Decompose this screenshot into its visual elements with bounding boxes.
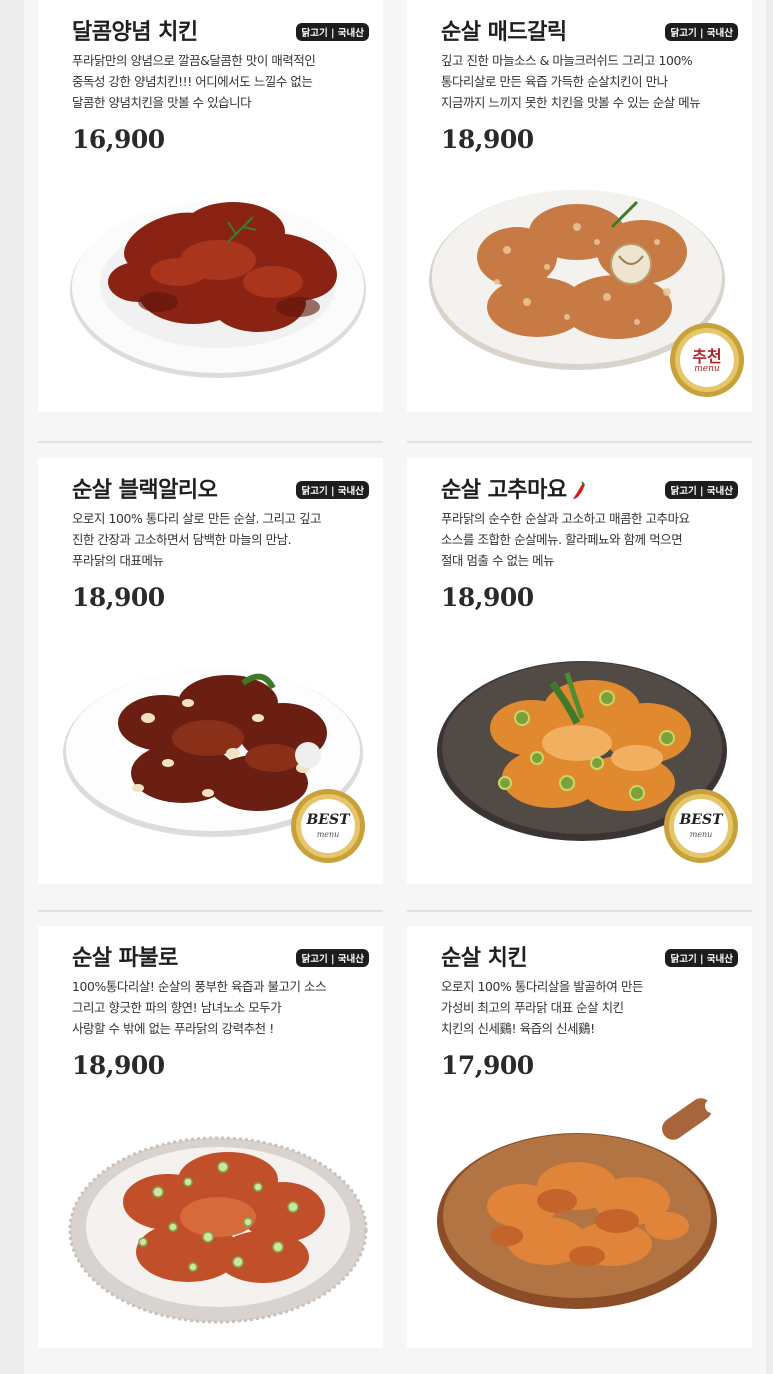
menu-card-sunsal-chicken[interactable]: 순살 치킨 닭고기 | 국내산 오로지 100% 통다리살을 발골하여 만든 가성… <box>407 926 752 1348</box>
menu-card-mad-garlic[interactable]: 순살 매드갈릭 닭고기 | 국내산 깊고 진한 마늘소스 & 마늘크러쉬드 그리… <box>407 0 752 412</box>
menu-price: 17,900 <box>441 1051 534 1080</box>
menu-name: 순살 고추마요 <box>441 472 587 504</box>
row-divider <box>407 910 752 912</box>
yangnyeom-chicken-photo <box>70 201 366 378</box>
menu-page: 달콤양념 치킨 닭고기 | 국내산 푸라닭만의 양념으로 깔끔&달콤한 맛이 매… <box>24 0 766 1374</box>
menu-name: 달콤양념 치킨 <box>72 20 198 45</box>
menu-price: 18,900 <box>441 583 534 612</box>
row-divider <box>407 441 752 443</box>
menu-name: 순살 매드갈릭 <box>441 20 567 45</box>
origin-badge: 닭고기 | 국내산 <box>665 481 738 499</box>
origin-badge: 닭고기 | 국내산 <box>296 949 369 967</box>
recommend-seal: 추천 menu <box>669 322 745 398</box>
menu-description: 100%통다리살! 순살의 풍부한 육즙과 불고기 소스 그리고 향긋한 파의 향… <box>72 979 327 1036</box>
best-seal: BEST menu <box>290 788 366 864</box>
menu-description: 오로지 100% 통다리살을 발골하여 만든 가성비 최고의 푸라닭 대표 순살 … <box>441 979 643 1036</box>
menu-description: 푸라닭만의 양념으로 깔끔&달콤한 맛이 매력적인 중독성 강한 양념치킨!!! … <box>72 53 316 110</box>
row-divider <box>38 910 383 912</box>
menu-name: 순살 파불로 <box>72 946 178 971</box>
menu-description: 푸라닭의 순수한 순살과 고소하고 매콤한 고추마요 소스를 조합한 순살메뉴. … <box>441 511 690 568</box>
menu-description: 오로지 100% 통다리 살로 만든 순살. 그리고 깊고 진한 간장과 고소하면… <box>72 511 322 568</box>
chili-pepper-icon <box>572 481 585 499</box>
best-seal: BEST menu <box>663 788 739 864</box>
origin-badge: 닭고기 | 국내산 <box>296 23 369 41</box>
menu-description: 깊고 진한 마늘소스 & 마늘크러쉬드 그리고 100% 통다리살로 만든 육즙 … <box>441 53 701 110</box>
menu-price: 18,900 <box>72 583 165 612</box>
menu-card-black-alio[interactable]: 순살 블랙알리오 닭고기 | 국내산 오로지 100% 통다리 살로 만든 순살… <box>38 458 383 884</box>
menu-price: 18,900 <box>72 1051 165 1080</box>
menu-card-gochu-mayo[interactable]: 순살 고추마요 닭고기 | 국내산 푸라닭의 순수한 순살과 고소하고 매콤한 … <box>407 458 752 884</box>
menu-card-pabullo[interactable]: 순살 파불로 닭고기 | 국내산 100%통다리살! 순살의 풍부한 육즙과 불… <box>38 926 383 1348</box>
menu-price: 16,900 <box>72 125 165 154</box>
pabullo-chicken-photo <box>68 1136 368 1324</box>
origin-badge: 닭고기 | 국내산 <box>665 949 738 967</box>
menu-price: 18,900 <box>441 125 534 154</box>
menu-card-yangnyeom[interactable]: 달콤양념 치킨 닭고기 | 국내산 푸라닭만의 양념으로 깔끔&달콤한 맛이 매… <box>38 0 383 412</box>
menu-name: 순살 치킨 <box>441 946 528 971</box>
origin-badge: 닭고기 | 국내산 <box>665 23 738 41</box>
row-divider <box>38 441 383 443</box>
origin-badge: 닭고기 | 국내산 <box>296 481 369 499</box>
sunsal-chicken-photo <box>437 1098 719 1309</box>
menu-name: 순살 블랙알리오 <box>72 478 218 503</box>
